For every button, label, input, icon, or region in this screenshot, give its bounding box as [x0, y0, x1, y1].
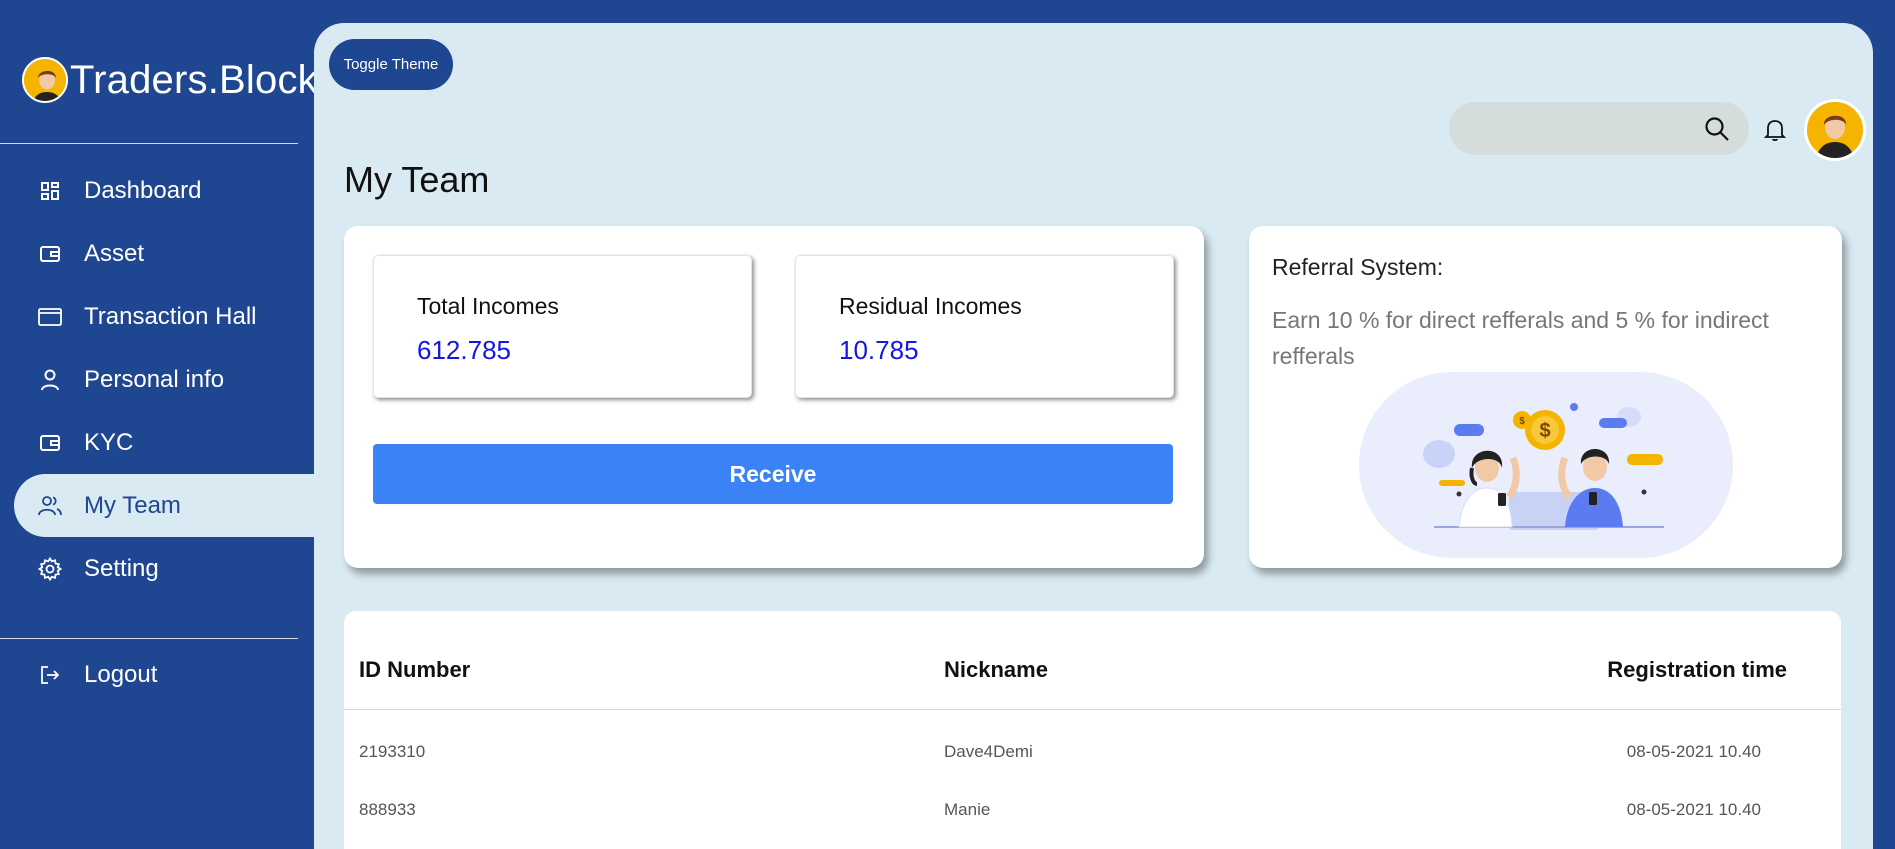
logout-label: Logout — [84, 660, 158, 688]
brand-avatar-icon — [22, 57, 68, 103]
table-cell-nickname: Manie — [944, 800, 991, 819]
sidebar-item-setting[interactable]: Setting — [14, 537, 314, 600]
search-icon[interactable] — [1703, 115, 1731, 143]
avatar[interactable] — [1804, 99, 1866, 161]
table-header-divider — [344, 709, 1841, 710]
logout-icon — [38, 663, 62, 687]
sidebar-item-personal-info[interactable]: Personal info — [14, 348, 314, 411]
team-table: ID Number Nickname Registration time 219… — [344, 611, 1841, 849]
wallet-icon — [38, 242, 62, 266]
svg-text:$: $ — [1539, 420, 1550, 442]
sidebar-item-label: Dashboard — [84, 176, 202, 204]
sidebar-item-label: KYC — [84, 428, 134, 456]
sidebar-item-dashboard[interactable]: Dashboard — [14, 159, 314, 222]
total-incomes-value: 612.785 — [417, 335, 511, 365]
sidebar-divider — [0, 638, 298, 639]
sidebar: Traders.Block Dashboard Asset Transactio… — [0, 0, 318, 849]
total-incomes-label: Total Incomes — [417, 293, 559, 319]
page-title: My Team — [344, 159, 490, 200]
notification-bell-icon[interactable] — [1761, 115, 1789, 143]
table-header-nickname: Nickname — [944, 657, 1048, 682]
gear-icon — [38, 556, 62, 581]
sidebar-item-asset[interactable]: Asset — [14, 222, 314, 285]
referral-description: Earn 10 % for direct refferals and 5 % f… — [1272, 307, 1769, 369]
receive-button[interactable]: Receive — [373, 444, 1173, 504]
user-icon — [38, 368, 62, 392]
brand[interactable]: Traders.Block — [22, 56, 318, 104]
sidebar-item-label: Asset — [84, 239, 145, 267]
sidebar-item-label: My Team — [84, 491, 181, 519]
sidebar-item-transaction-hall[interactable]: Transaction Hall — [14, 285, 314, 348]
table-cell-id: 888933 — [359, 800, 416, 819]
table-cell-nickname: Dave4Demi — [944, 742, 1033, 761]
main-content: Toggle Theme My Team Total Incomes 612.7… — [314, 23, 1873, 849]
table-header-id: ID Number — [359, 657, 471, 682]
sidebar-item-label: Transaction Hall — [84, 302, 257, 330]
brand-name: Traders.Block — [70, 57, 318, 102]
dashboard-icon — [38, 179, 62, 203]
incomes-card: Total Incomes 612.785 Residual Incomes 1… — [344, 226, 1204, 568]
sidebar-divider — [0, 143, 298, 144]
table-cell-registration-time: 08-05-2021 10.40 — [1626, 742, 1761, 761]
residual-incomes-label: Residual Incomes — [839, 293, 1022, 319]
svg-text:$: $ — [1519, 416, 1525, 427]
team-icon — [38, 494, 62, 518]
table-cell-id: 2193310 — [359, 742, 426, 761]
total-incomes-card: Total Incomes 612.785 — [373, 255, 752, 398]
search-bar[interactable] — [1449, 102, 1749, 155]
referral-card: Referral System: Earn 10 % for direct re… — [1249, 226, 1842, 568]
card-icon — [38, 305, 62, 329]
wallet-icon — [38, 431, 62, 455]
search-input[interactable] — [1469, 102, 1689, 155]
toggle-theme-button[interactable]: Toggle Theme — [329, 39, 453, 90]
residual-incomes-card: Residual Incomes 10.785 — [795, 255, 1174, 398]
sidebar-item-label: Setting — [84, 554, 159, 582]
referral-illustration-image: $ $ — [1359, 372, 1733, 558]
referral-title: Referral System: — [1272, 254, 1444, 280]
sidebar-item-logout[interactable]: Logout — [14, 643, 314, 706]
sidebar-item-kyc[interactable]: KYC — [14, 411, 314, 474]
table-header-registration-time: Registration time — [1607, 657, 1787, 682]
residual-incomes-value: 10.785 — [839, 335, 919, 365]
sidebar-item-my-team[interactable]: My Team — [14, 474, 314, 537]
sidebar-item-label: Personal info — [84, 365, 225, 393]
table-cell-registration-time: 08-05-2021 10.40 — [1626, 800, 1761, 819]
